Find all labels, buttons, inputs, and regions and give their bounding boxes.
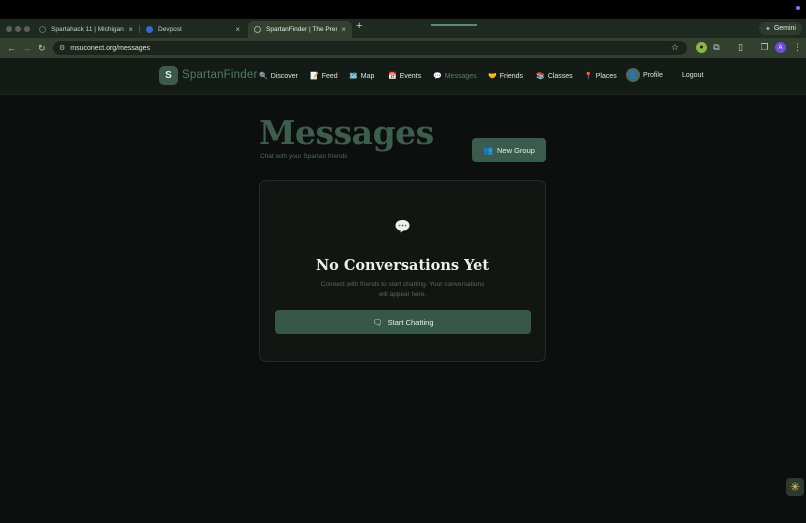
nav-label: Profile (643, 72, 663, 79)
memo-icon: 📝 (310, 73, 319, 80)
nav-label: Discover (270, 72, 298, 80)
browser-toolbar: ← → ↻ ⚙ msuconect.org/messages ☆ ● ⧉ ▯ ❐… (0, 38, 806, 58)
page-title: Messages (259, 113, 434, 152)
calendar-icon: 📅 (388, 73, 397, 80)
nav-label: Map (360, 72, 375, 80)
group-icon: 👥 (483, 145, 494, 155)
bookmark-star-icon[interactable]: ☆ (671, 42, 679, 53)
address-bar[interactable]: ⚙ msuconect.org/messages ☆ (53, 41, 687, 55)
empty-state-title: No Conversations Yet (315, 257, 490, 274)
nav-friends[interactable]: 🤝 Friends (488, 72, 524, 81)
browser-tab-bar: Spartahack 11 | Michigan State × Devpost… (0, 19, 806, 38)
nav-classes[interactable]: 📚 Classes (536, 72, 573, 81)
site-header: S SpartanFinder 🔍 Discover 📝 Feed 🗺️ Map… (0, 58, 806, 95)
nav-feed[interactable]: 📝 Feed (310, 72, 338, 81)
nav-label: Friends (499, 72, 524, 80)
pin-icon: 📍 (584, 73, 593, 80)
os-menu-bar (0, 0, 806, 19)
nav-map[interactable]: 🗺️ Map (349, 72, 375, 81)
nav-profile[interactable]: Profile (643, 72, 663, 79)
speech-bubble-icon: 💬 (433, 73, 442, 80)
search-icon: 🔍 (259, 73, 268, 80)
profile-avatar[interactable]: 👤 (626, 68, 640, 82)
page-subtitle: Chat with your Spartan friends (260, 153, 348, 160)
gemini-sparkle-icon: ✦ (764, 25, 771, 33)
new-tab-icon[interactable]: + (356, 20, 362, 32)
nav-messages[interactable]: 💬 Messages (433, 72, 477, 81)
new-group-label: New Group (497, 145, 535, 155)
tab-title: Devpost (158, 26, 182, 33)
logo-mark[interactable]: S (159, 66, 178, 85)
tab-title: SpartanFinder | The Premium (266, 26, 337, 33)
tab-title: Spartahack 11 | Michigan State (51, 26, 124, 33)
books-icon: 📚 (536, 73, 545, 80)
window-close-icon[interactable] (6, 26, 12, 32)
close-tab-icon[interactable]: × (341, 25, 346, 34)
active-nav-indicator (431, 24, 477, 26)
nav-events[interactable]: 📅 Events (388, 72, 422, 81)
chat-icon: 🗨 (372, 317, 383, 327)
empty-state-description: Connect with friends to start chatting. … (320, 281, 485, 298)
start-chatting-label: Start Chatting (387, 317, 434, 327)
start-chatting-button[interactable]: 🗨 Start Chatting (275, 310, 531, 334)
nav-label: Events (399, 72, 422, 80)
nav-label: Places (595, 72, 617, 80)
nav-label: Messages (444, 72, 477, 80)
browser-tab-devpost[interactable]: Devpost × (140, 21, 246, 38)
forward-arrow-icon[interactable]: → (22, 42, 31, 54)
floating-widget-sparkle-icon[interactable]: ✳ (786, 478, 804, 496)
speech-bubble-icon (395, 220, 410, 233)
extensions-puzzle-icon[interactable]: ⧉ (711, 42, 722, 53)
devpost-favicon-icon (146, 26, 153, 33)
url-text: msuconect.org/messages (70, 44, 151, 52)
new-group-button[interactable]: 👥 New Group (472, 138, 546, 162)
browser-tab-spartanfinder[interactable]: SpartanFinder | The Premium × (248, 21, 352, 38)
profile-avatar-icon[interactable]: A (775, 42, 786, 53)
nav-label: Logout (682, 72, 704, 79)
nav-discover[interactable]: 🔍 Discover (259, 72, 298, 81)
tab-search-icon[interactable]: ❐ (759, 42, 770, 53)
nav-label: Feed (321, 72, 338, 80)
side-panel-icon[interactable]: ▯ (735, 42, 746, 53)
extension-icon[interactable]: ● (696, 42, 707, 53)
nav-label: Classes (547, 72, 573, 80)
close-tab-icon[interactable]: × (128, 25, 133, 34)
handshake-icon: 🤝 (488, 73, 497, 80)
site-settings-icon[interactable]: ⚙ (59, 44, 65, 52)
reload-icon[interactable]: ↻ (38, 42, 46, 54)
map-icon: 🗺️ (349, 73, 358, 80)
logo-text[interactable]: SpartanFinder (182, 69, 257, 81)
spartahack-favicon-icon (39, 26, 46, 33)
window-minimize-icon[interactable] (15, 26, 21, 32)
close-tab-icon[interactable]: × (235, 25, 240, 34)
window-zoom-icon[interactable] (24, 26, 30, 32)
more-menu-icon[interactable]: ⋮ (792, 42, 803, 53)
browser-tab-spartahack[interactable]: Spartahack 11 | Michigan State × (33, 21, 139, 38)
back-arrow-icon[interactable]: ← (7, 42, 16, 54)
nav-logout[interactable]: Logout (682, 72, 703, 79)
gemini-label: Gemini (773, 25, 796, 32)
nav-places[interactable]: 📍 Places (584, 72, 617, 81)
spartanfinder-favicon-icon (254, 26, 261, 33)
gemini-button[interactable]: ✦ Gemini (758, 22, 802, 35)
status-dot-icon (796, 6, 800, 10)
